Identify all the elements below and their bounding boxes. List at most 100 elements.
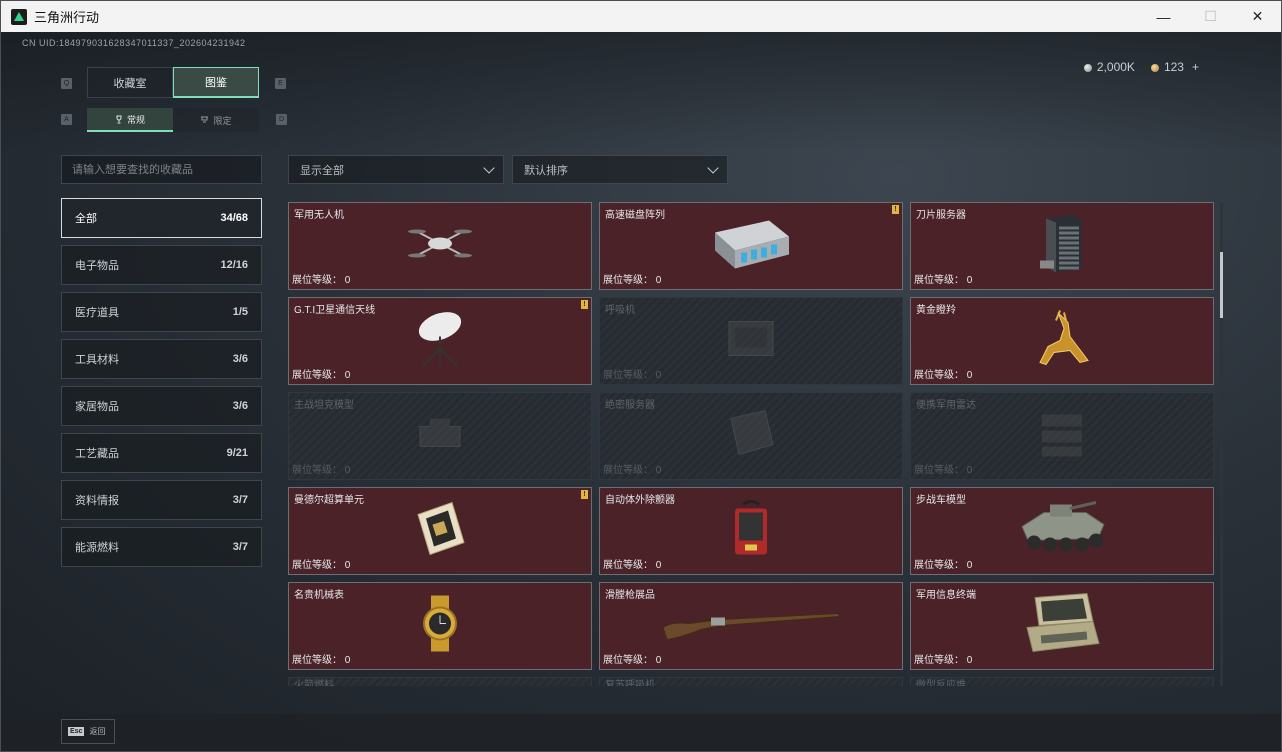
sub-tabs: 常规 限定: [87, 108, 259, 132]
level-value: 0: [655, 370, 662, 381]
level-value: 0: [655, 275, 662, 286]
key-hint-d: D: [276, 114, 287, 125]
level-label: 展位等级：: [603, 370, 653, 381]
item-level: 展位等级： 0: [914, 651, 972, 666]
minimize-button[interactable]: —: [1140, 1, 1187, 32]
category-label: 医疗道具: [75, 307, 119, 319]
silver-currency: 2,000K: [1083, 60, 1135, 74]
level-label: 展位等级：: [292, 560, 342, 571]
item-level: 展位等级： 0: [603, 271, 661, 286]
level-label: 展位等级：: [603, 655, 653, 666]
gold-watch-icon: [415, 594, 465, 659]
filter-value: 显示全部: [300, 164, 344, 177]
gold-currency[interactable]: 123 +: [1150, 60, 1199, 74]
silver-amount: 2,000K: [1096, 60, 1135, 74]
category-household[interactable]: 家居物品 3/6: [61, 386, 262, 426]
new-badge-icon: !: [581, 300, 588, 309]
tab-limited[interactable]: 限定: [173, 108, 259, 132]
category-count: 1/5: [232, 306, 248, 318]
category-label: 能源燃料: [75, 542, 119, 554]
level-label: 展位等级：: [292, 465, 342, 476]
collection-item-card[interactable]: 刀片服务器 展位等级： 0: [910, 202, 1214, 290]
collection-item-card[interactable]: 黄金瞪羚 展位等级： 0: [910, 297, 1214, 385]
level-value: 0: [966, 655, 973, 666]
level-value: 0: [344, 655, 351, 666]
level-label: 展位等级：: [292, 370, 342, 381]
collection-item-card[interactable]: 绝密服务器 展位等级： 0: [599, 392, 903, 480]
category-all[interactable]: 全部 34/68: [61, 198, 262, 238]
item-level: 展位等级： 0: [292, 556, 350, 571]
level-value: 0: [344, 275, 351, 286]
key-hint-e: E: [275, 78, 286, 89]
collection-item-card[interactable]: 军用信息终端 展位等级： 0: [910, 582, 1214, 670]
item-name: 步战车模型: [916, 495, 966, 506]
collection-item-card[interactable]: 呼吸机 展位等级： 0: [599, 297, 903, 385]
category-count: 9/21: [226, 447, 248, 459]
collection-item-card-partial[interactable]: 火箭燃料: [288, 677, 592, 686]
level-label: 展位等级：: [914, 370, 964, 381]
cup-icon: [201, 116, 209, 123]
scrollbar-thumb[interactable]: [1220, 252, 1223, 318]
disk-array-icon: [709, 215, 793, 278]
item-level: 展位等级： 0: [603, 366, 661, 381]
search-input[interactable]: [61, 155, 262, 184]
item-name: 高速磁盘阵列: [605, 210, 665, 221]
sort-value: 默认排序: [524, 164, 568, 177]
collection-item-card-partial[interactable]: 微型反应堆: [910, 677, 1214, 686]
collection-item-card[interactable]: 高速磁盘阵列! 展位等级： 0: [599, 202, 903, 290]
item-level: 展位等级： 0: [292, 461, 350, 476]
close-button[interactable]: ✕: [1234, 1, 1281, 32]
level-label: 展位等级：: [914, 655, 964, 666]
item-level: 展位等级： 0: [914, 556, 972, 571]
tab-collection-room[interactable]: 收藏室: [87, 67, 173, 98]
item-level: 展位等级： 0: [603, 651, 661, 666]
level-value: 0: [655, 560, 662, 571]
category-electronics[interactable]: 电子物品 12/16: [61, 245, 262, 285]
maximize-button[interactable]: ☐: [1187, 1, 1234, 32]
key-hint-a: A: [61, 114, 72, 125]
main-tabs: 收藏室 图鉴: [87, 67, 259, 98]
tab-regular[interactable]: 常规: [87, 108, 173, 132]
level-value: 0: [966, 275, 973, 286]
collection-item-card[interactable]: 便携军用雷达 展位等级： 0: [910, 392, 1214, 480]
item-name: 复苏呼吸机: [605, 680, 655, 686]
collection-item-card[interactable]: 军用无人机 展位等级： 0: [288, 202, 592, 290]
category-count: 3/6: [232, 353, 248, 365]
item-name: 火箭燃料: [294, 680, 334, 686]
musket-icon: [661, 604, 841, 649]
level-value: 0: [344, 560, 351, 571]
category-tools[interactable]: 工具材料 3/6: [61, 339, 262, 379]
gold-amount: 123: [1163, 60, 1184, 74]
add-currency-button[interactable]: +: [1192, 60, 1199, 74]
item-level: 展位等级： 0: [914, 461, 972, 476]
item-level: 展位等级： 0: [603, 556, 661, 571]
collection-item-card[interactable]: 主战坦克模型展位等级： 0: [288, 392, 592, 480]
category-medical[interactable]: 医疗道具 1/5: [61, 292, 262, 332]
category-label: 电子物品: [75, 260, 119, 272]
sort-dropdown[interactable]: 默认排序: [512, 155, 728, 184]
category-energy[interactable]: 能源燃料 3/7: [61, 527, 262, 567]
collection-item-card[interactable]: 步战车模型展位等级： 0: [910, 487, 1214, 575]
collection-item-card[interactable]: 名贵机械表 展位等级： 0: [288, 582, 592, 670]
level-value: 0: [966, 370, 973, 381]
collection-item-card-partial[interactable]: 复苏呼吸机: [599, 677, 903, 686]
info-terminal-icon: [1021, 592, 1103, 661]
category-crafts[interactable]: 工艺藏品 9/21: [61, 433, 262, 473]
collection-item-card[interactable]: G.T.I卫星通信天线! 展位等级： 0: [288, 297, 592, 385]
category-intel[interactable]: 资料情报 3/7: [61, 480, 262, 520]
back-button[interactable]: Esc 返回: [61, 719, 115, 744]
item-name: 刀片服务器: [916, 210, 966, 221]
key-hint-q: Q: [61, 78, 72, 89]
item-name: 主战坦克模型: [294, 400, 354, 411]
filter-dropdown[interactable]: 显示全部: [288, 155, 504, 184]
item-name: 曼德尔超算单元: [294, 495, 364, 506]
level-label: 展位等级：: [603, 465, 653, 476]
collection-item-card[interactable]: 自动体外除颤器 展位等级： 0: [599, 487, 903, 575]
secret-server-icon: [721, 405, 781, 468]
collection-item-card[interactable]: 滑膛枪展品 展位等级： 0: [599, 582, 903, 670]
tab-regular-label: 常规: [126, 114, 145, 125]
grid-scrollbar[interactable]: [1220, 202, 1223, 686]
tab-catalog[interactable]: 图鉴: [173, 67, 259, 98]
collection-item-card[interactable]: 曼德尔超算单元! 展位等级： 0: [288, 487, 592, 575]
item-level: 展位等级： 0: [292, 651, 350, 666]
